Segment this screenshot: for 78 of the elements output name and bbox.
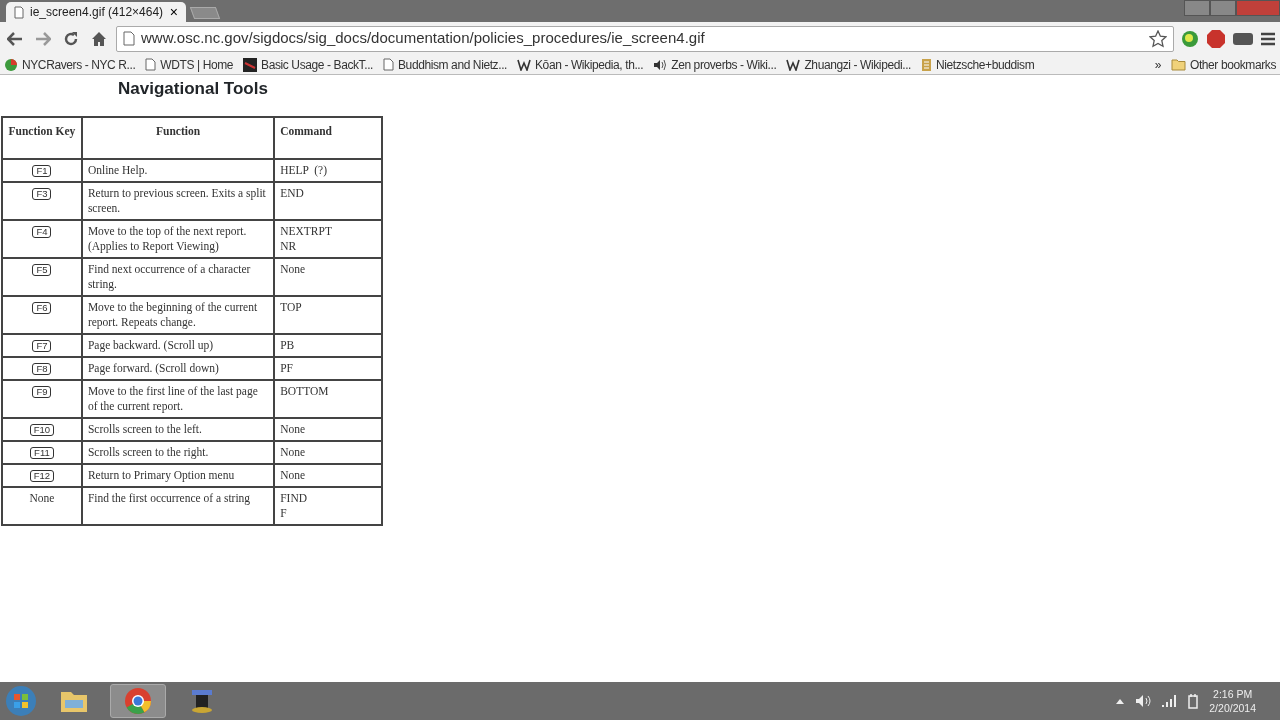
table-cell-text: BOTTOM	[280, 383, 330, 399]
table-cell: Find next occurrence of a character string.	[87, 262, 251, 290]
wikipedia-icon	[786, 58, 801, 71]
table-cell-text: None	[280, 261, 307, 277]
page-icon	[383, 58, 394, 71]
more-bookmarks-button[interactable]: »	[1154, 55, 1161, 74]
page-icon	[14, 5, 24, 19]
table-cell: None	[29, 491, 55, 504]
extension-icon[interactable]	[1180, 28, 1200, 49]
wikipedia-icon	[517, 58, 531, 71]
key-cap: F6	[32, 301, 52, 314]
adblock-icon[interactable]	[1206, 28, 1226, 49]
table-cell: Return to previous screen. Exits a split screen.	[87, 186, 266, 214]
table-cell: Move to the top of the next report. (Applies to Report Viewing)	[87, 224, 247, 252]
table-cell-text: TOP	[280, 299, 303, 315]
star-icon[interactable]	[1149, 29, 1167, 48]
key-cap: F3	[32, 187, 52, 200]
document-title: Navigational Tools	[117, 78, 269, 100]
table-cell: Scrolls screen to the right.	[87, 445, 209, 458]
speaker-icon[interactable]	[1135, 694, 1152, 708]
bookmark[interactable]: Zen proverbs - Wiki...	[653, 55, 777, 74]
key-cap: F11	[30, 446, 54, 459]
bookmark-folder[interactable]: Other bookmarks	[1170, 55, 1276, 74]
bookmark[interactable]: Nietzsche+buddism	[921, 55, 1035, 74]
power-icon[interactable]	[1187, 693, 1200, 709]
bookmark[interactable]: NYCRavers - NYC R...	[4, 55, 136, 74]
table-cell: Move to the first line of the last page of the current report.	[87, 384, 258, 412]
clock[interactable]: 2:16 PM 2/20/2014	[1209, 687, 1256, 715]
speaker-icon	[653, 58, 668, 71]
column-header: Function Key	[8, 124, 76, 137]
key-cap: F9	[32, 385, 52, 398]
table-cell: Scrolls screen to the left.	[87, 422, 202, 435]
table-cell-text: None	[280, 421, 307, 437]
close-button[interactable]: ×	[169, 5, 178, 19]
table-cell: Online Help.	[87, 163, 148, 176]
bookmark[interactable]: Zhuangzi - Wikipedi...	[786, 55, 911, 74]
menu-icon[interactable]	[1260, 30, 1276, 47]
bookmark[interactable]: Basic Usage - BackT...	[243, 55, 373, 74]
table-cell: Find the first occurrence of a string	[87, 491, 251, 504]
table-cell-text: PB	[280, 337, 296, 353]
globe-icon	[4, 57, 18, 72]
table-cell-text: NR	[280, 238, 298, 254]
table-cell-text: END	[280, 185, 305, 201]
column-header: Command	[280, 124, 332, 137]
page-icon	[145, 58, 157, 71]
table-cell: Page forward. (Scroll down)	[87, 361, 219, 374]
table-cell: Page backward. (Scroll up)	[87, 338, 214, 351]
table-cell-text: NEXTRPT	[280, 223, 333, 239]
extension-icon[interactable]	[1232, 30, 1254, 47]
table-cell: Return to Primary Option menu	[87, 468, 235, 481]
table-cell-text: F	[280, 505, 288, 521]
key-cap: F4	[32, 225, 52, 238]
key-cap: F1	[32, 164, 52, 177]
table-cell-text: HELP (?)	[280, 162, 329, 178]
bookmark[interactable]: WDTS | Home	[145, 55, 234, 74]
signal-icon[interactable]	[1161, 694, 1178, 708]
page-icon	[123, 31, 135, 46]
table-cell: Move to the beginning of the current report. Repeats change.	[87, 300, 258, 328]
site-icon	[243, 57, 258, 72]
column-header: Function	[156, 124, 201, 137]
key-cap: F10	[29, 423, 55, 436]
caret-icon[interactable]	[1115, 697, 1126, 705]
browser-tab[interactable]: ie_screen4.gif (412×464) ×	[6, 2, 186, 22]
key-cap: F12	[29, 469, 55, 482]
key-cap: F5	[32, 263, 52, 276]
start-button[interactable]	[4, 684, 38, 718]
address-bar[interactable]: www.osc.nc.gov/sigdocs/sig_docs/documentation/policies_procedures/ie_screen4.gif	[116, 25, 1174, 52]
bookmark[interactable]: Buddhism and Nietz...	[383, 55, 507, 74]
table-cell-text: PF	[280, 360, 294, 376]
key-cap: F7	[32, 339, 52, 352]
table-cell-text: None	[280, 444, 307, 460]
table-cell-text: None	[280, 467, 307, 483]
table-cell-text: FIND	[280, 490, 309, 506]
browser-icon[interactable]	[110, 684, 166, 718]
key-cap: F8	[32, 362, 52, 375]
document-icon	[921, 57, 932, 72]
bookmark[interactable]: Kōan - Wikipedia, th...	[517, 55, 644, 74]
folder-icon	[1170, 58, 1186, 71]
